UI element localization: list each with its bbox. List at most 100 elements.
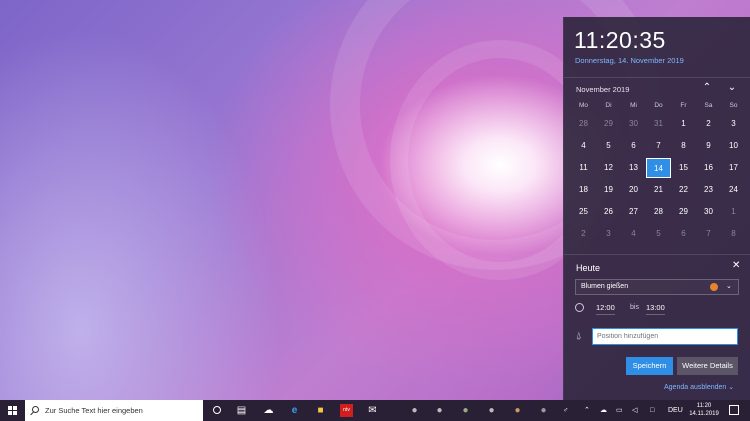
pinned-app-icon[interactable]: ● <box>408 404 421 417</box>
calendar-day[interactable]: 7 <box>696 224 721 244</box>
calendar-day[interactable]: 31 <box>646 114 671 134</box>
people-icon[interactable]: ♂ <box>563 406 568 415</box>
calendar-day[interactable]: 6 <box>671 224 696 244</box>
event-calendar-select[interactable]: Blumen gießen ⌄ <box>575 279 739 295</box>
calendar-day[interactable]: 8 <box>671 136 696 156</box>
calendar-day[interactable]: 2 <box>571 224 596 244</box>
flyout-clock-date[interactable]: Donnerstag, 14. November 2019 <box>575 56 684 65</box>
event-name: Blumen gießen <box>581 283 629 290</box>
chevron-down-icon: ⌄ <box>728 384 735 391</box>
calendar-day[interactable]: 30 <box>696 202 721 222</box>
pinned-app-icon[interactable]: ● <box>459 404 472 417</box>
calendar-day[interactable]: 22 <box>671 180 696 200</box>
hide-agenda-link[interactable]: Agenda ausblenden ⌄ <box>664 383 734 391</box>
calendar-day[interactable]: 11 <box>571 158 596 178</box>
calendar-day[interactable]: 26 <box>596 202 621 222</box>
file-explorer-icon[interactable]: ■ <box>314 404 327 417</box>
cortana-icon[interactable] <box>210 404 223 417</box>
pinned-app-icon[interactable]: ● <box>485 404 498 417</box>
calendar-day[interactable]: 16 <box>696 158 721 178</box>
taskbar: Zur Suche Text hier eingeben ▤ ☁ e ■ ntv… <box>0 400 750 421</box>
taskbar-clock-time: 11:20 <box>696 403 712 409</box>
calendar-day[interactable]: 5 <box>646 224 671 244</box>
calendar-day[interactable]: 10 <box>721 136 746 156</box>
calendar-day[interactable]: 8 <box>721 224 746 244</box>
calendar-day[interactable]: 2 <box>696 114 721 134</box>
calendar-day[interactable]: 27 <box>621 202 646 222</box>
calendar-day[interactable]: 19 <box>596 180 621 200</box>
calendar-day[interactable]: 4 <box>571 136 596 156</box>
taskbar-search-box[interactable]: Zur Suche Text hier eingeben <box>25 400 203 421</box>
next-month-button[interactable]: ⌄ <box>724 80 740 96</box>
calendar-color-dot <box>710 283 718 291</box>
flyout-clock-time: 11:20:35 <box>574 27 666 53</box>
calendar-day[interactable]: 24 <box>721 180 746 200</box>
pinned-app-icon[interactable]: ● <box>511 404 524 417</box>
calendar-day[interactable]: 7 <box>646 136 671 156</box>
calendar-day[interactable]: 29 <box>671 202 696 222</box>
start-time-field[interactable]: 12:00 <box>596 303 615 315</box>
calendar-day[interactable]: 21 <box>646 180 671 200</box>
calendar-day[interactable]: 13 <box>621 158 646 178</box>
pinned-app-icon[interactable]: ● <box>433 404 446 417</box>
calendar-day[interactable]: 28 <box>571 114 596 134</box>
taskbar-clock-date: 14.11.2019 <box>689 411 719 417</box>
chevron-up-icon: ⌃ <box>702 82 712 93</box>
location-icon: ⍙ <box>576 330 582 340</box>
previous-month-button[interactable]: ⌃ <box>699 80 715 96</box>
calendar-day-today[interactable]: 14 <box>646 158 671 178</box>
calendar-day[interactable]: 23 <box>696 180 721 200</box>
calendar-day[interactable]: 28 <box>646 202 671 222</box>
show-hidden-icons-chevron-icon[interactable]: ⌃ <box>584 406 590 415</box>
search-placeholder: Zur Suche Text hier eingeben <box>45 406 143 415</box>
start-button[interactable] <box>0 400 25 421</box>
calendar-day[interactable]: 20 <box>621 180 646 200</box>
pinned-app-icon[interactable]: ● <box>537 404 550 417</box>
action-center-icon[interactable] <box>729 405 739 415</box>
calendar-day[interactable]: 18 <box>571 180 596 200</box>
calendar-day[interactable]: 9 <box>696 136 721 156</box>
network-icon[interactable]: □ <box>650 406 654 415</box>
agenda-today-title: Heute <box>576 263 601 273</box>
edge-browser-icon[interactable]: e <box>288 404 301 417</box>
weekday-header: Mo <box>578 102 589 109</box>
volume-icon[interactable]: ◁ <box>632 406 637 415</box>
calendar-month-label[interactable]: November 2019 <box>576 85 629 94</box>
calendar-day[interactable]: 29 <box>596 114 621 134</box>
more-details-button[interactable]: Weitere Details <box>677 357 738 375</box>
save-button[interactable]: Speichern <box>626 357 673 375</box>
calendar-day[interactable]: 25 <box>571 202 596 222</box>
chevron-down-icon: ⌄ <box>727 82 737 93</box>
calendar-day[interactable]: 15 <box>671 158 696 178</box>
calendar-day[interactable]: 6 <box>621 136 646 156</box>
calendar-day[interactable]: 1 <box>671 114 696 134</box>
task-view-icon[interactable]: ▤ <box>235 404 248 417</box>
weekday-header: Do <box>654 102 663 109</box>
taskbar-clock[interactable]: 11:20 14.11.2019 <box>688 402 720 418</box>
location-input[interactable] <box>592 328 738 345</box>
mail-icon[interactable]: ✉ <box>366 404 379 417</box>
hide-agenda-label: Agenda ausblenden <box>664 384 727 391</box>
chevron-down-icon: ⌄ <box>726 283 732 290</box>
weather-app-icon[interactable]: ☁ <box>262 404 275 417</box>
calendar-day[interactable]: 3 <box>596 224 621 244</box>
input-language-indicator[interactable]: DEU <box>668 406 683 415</box>
calendar-day[interactable]: 30 <box>621 114 646 134</box>
search-icon <box>32 406 39 413</box>
onedrive-icon[interactable]: ☁ <box>600 406 607 415</box>
weekday-header: Fr <box>680 102 687 109</box>
calendar-day[interactable]: 3 <box>721 114 746 134</box>
end-time-field[interactable]: 13:00 <box>646 303 665 315</box>
weekday-header: So <box>729 102 738 109</box>
calendar-day[interactable]: 5 <box>596 136 621 156</box>
calendar-day[interactable]: 1 <box>721 202 746 222</box>
weekday-header: Mi <box>630 102 637 109</box>
close-event-button[interactable]: ✕ <box>732 260 740 271</box>
calendar-flyout: 11:20:35 Donnerstag, 14. November 2019 N… <box>563 17 750 400</box>
calendar-day[interactable]: 12 <box>596 158 621 178</box>
calendar-day[interactable]: 4 <box>621 224 646 244</box>
calendar-day[interactable]: 17 <box>721 158 746 178</box>
clock-icon <box>575 303 584 312</box>
ntv-app-icon[interactable]: ntv <box>340 404 353 417</box>
battery-icon[interactable]: ▭ <box>616 406 623 415</box>
